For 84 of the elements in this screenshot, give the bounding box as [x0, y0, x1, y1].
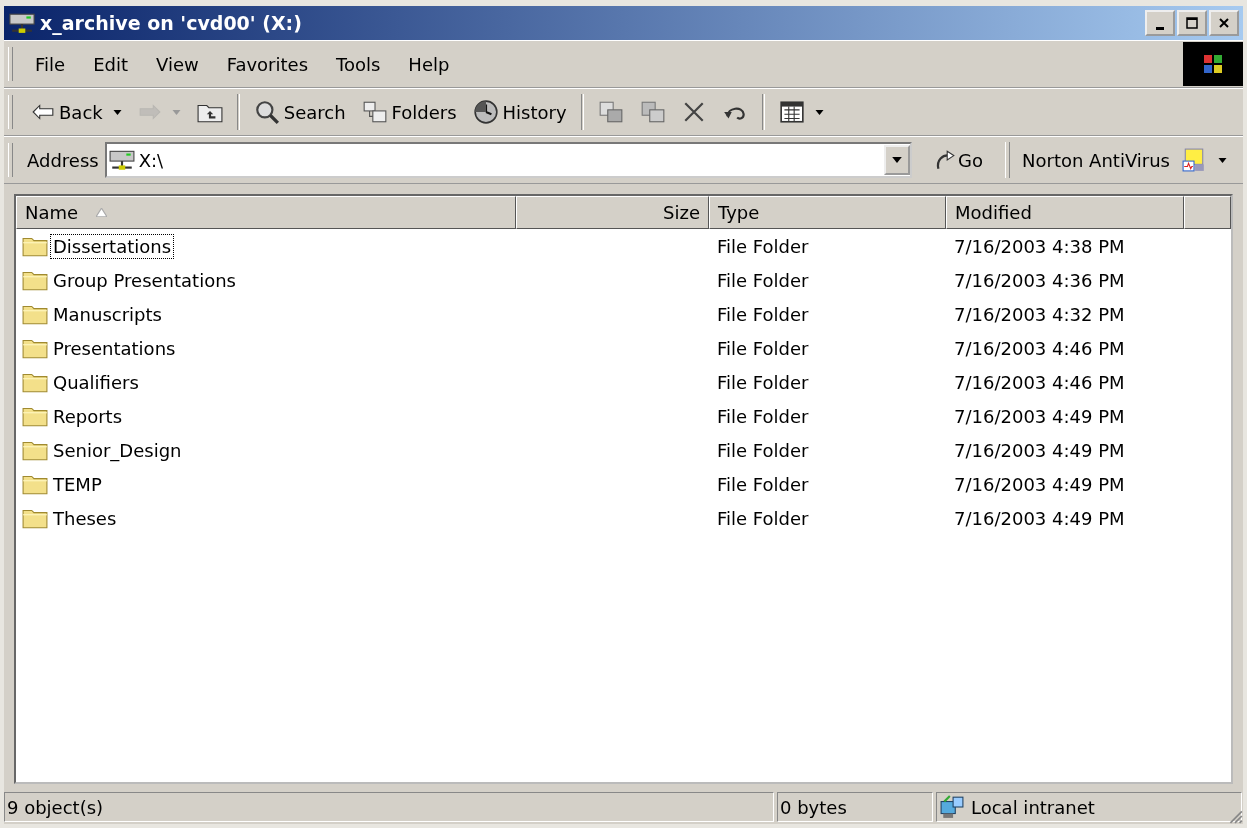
- modified-date: 7/16/2003 4:49 PM: [954, 405, 1125, 427]
- go-arrow-icon: [934, 149, 957, 171]
- column-header[interactable]: Type: [709, 196, 946, 229]
- file-name[interactable]: Senior_Design: [50, 437, 185, 463]
- file-type: File Folder: [717, 337, 809, 359]
- address-field[interactable]: X:\: [104, 142, 913, 178]
- toolbar-button[interactable]: History: [466, 92, 573, 132]
- windows-logo: [1183, 42, 1243, 86]
- modified-date: 7/16/2003 4:38 PM: [954, 235, 1125, 257]
- copy-to-icon: [639, 100, 666, 124]
- window-title: x_archive on 'cvd00' (X:): [40, 12, 302, 34]
- intranet-icon: [939, 795, 965, 819]
- file-name[interactable]: Dissertations: [50, 233, 175, 259]
- column-header[interactable]: Name: [16, 196, 516, 229]
- menu-item[interactable]: View: [142, 53, 213, 75]
- file-type: File Folder: [717, 507, 809, 529]
- menu-item[interactable]: Tools: [322, 53, 395, 75]
- history-icon: [472, 99, 499, 125]
- norton-icon: [1182, 148, 1206, 172]
- modified-date: 7/16/2003 4:46 PM: [954, 337, 1125, 359]
- modified-date: 7/16/2003 4:36 PM: [954, 269, 1125, 291]
- search-icon: [253, 99, 280, 125]
- dropdown-arrow-icon: [1218, 157, 1227, 163]
- dropdown-button[interactable]: [884, 145, 911, 175]
- folders-icon: [361, 100, 388, 124]
- modified-date: 7/16/2003 4:49 PM: [954, 439, 1125, 461]
- file-name[interactable]: Manuscripts: [50, 301, 165, 327]
- norton-antivirus-button[interactable]: Norton AntiVirus: [1016, 148, 1243, 172]
- minimize-button[interactable]: [1145, 10, 1175, 36]
- maximize-button[interactable]: [1177, 10, 1207, 36]
- column-header[interactable]: Modified: [946, 196, 1184, 229]
- minimize-icon: [1156, 26, 1164, 30]
- network-drive-icon: [108, 149, 135, 171]
- views-icon: [778, 100, 805, 124]
- menu-item[interactable]: Help: [394, 53, 464, 75]
- file-name[interactable]: Presentations: [50, 335, 179, 361]
- menu-item[interactable]: File: [21, 53, 80, 75]
- folder-icon: [22, 507, 48, 529]
- dropdown-arrow-icon: [112, 109, 122, 115]
- close-icon: [1218, 17, 1230, 29]
- back-arrow-icon: [31, 103, 55, 121]
- go-button[interactable]: Go: [918, 149, 1000, 171]
- file-name[interactable]: Theses: [50, 505, 120, 531]
- file-type: File Folder: [717, 235, 809, 257]
- security-zone: Local intranet: [971, 796, 1095, 818]
- modified-date: 7/16/2003 4:32 PM: [954, 303, 1125, 325]
- address-label: Address: [27, 149, 99, 171]
- maximize-icon: [1186, 17, 1198, 29]
- folder-icon: [22, 303, 48, 325]
- folder-icon: [22, 235, 48, 257]
- toolbar-button[interactable]: Search: [247, 92, 352, 132]
- menu-item[interactable]: Favorites: [212, 53, 322, 75]
- file-name[interactable]: Group Presentations: [50, 267, 239, 293]
- file-type: File Folder: [717, 405, 809, 427]
- menu-item[interactable]: Edit: [79, 53, 142, 75]
- toolbar-button[interactable]: Folders: [355, 92, 463, 132]
- object-count: 9 object(s): [7, 796, 104, 818]
- file-type: File Folder: [717, 439, 809, 461]
- file-type: File Folder: [717, 269, 809, 291]
- folder-icon: [22, 269, 48, 291]
- file-name[interactable]: TEMP: [50, 471, 105, 497]
- column-header[interactable]: Size: [516, 196, 709, 229]
- toolbar-button[interactable]: Back: [25, 92, 128, 132]
- modified-date: 7/16/2003 4:49 PM: [954, 473, 1125, 495]
- folder-icon: [22, 405, 48, 427]
- dropdown-arrow-icon: [814, 109, 824, 115]
- modified-date: 7/16/2003 4:49 PM: [954, 507, 1125, 529]
- modified-date: 7/16/2003 4:46 PM: [954, 371, 1125, 393]
- folder-icon: [22, 439, 48, 461]
- folder-icon: [22, 473, 48, 495]
- file-name[interactable]: Qualifiers: [50, 369, 142, 395]
- move-to-icon: [597, 100, 624, 124]
- file-name[interactable]: Reports: [50, 403, 126, 429]
- close-button[interactable]: [1209, 10, 1239, 36]
- forward-arrow-icon: [137, 103, 162, 121]
- caret-icon: [892, 157, 903, 163]
- total-size: 0 bytes: [780, 796, 847, 818]
- file-type: File Folder: [717, 371, 809, 393]
- dropdown-arrow-icon: [171, 109, 181, 115]
- folder-icon: [22, 371, 48, 393]
- folder-icon: [22, 337, 48, 359]
- network-drive-icon: [8, 12, 36, 34]
- file-type: File Folder: [717, 303, 809, 325]
- file-type: File Folder: [717, 473, 809, 495]
